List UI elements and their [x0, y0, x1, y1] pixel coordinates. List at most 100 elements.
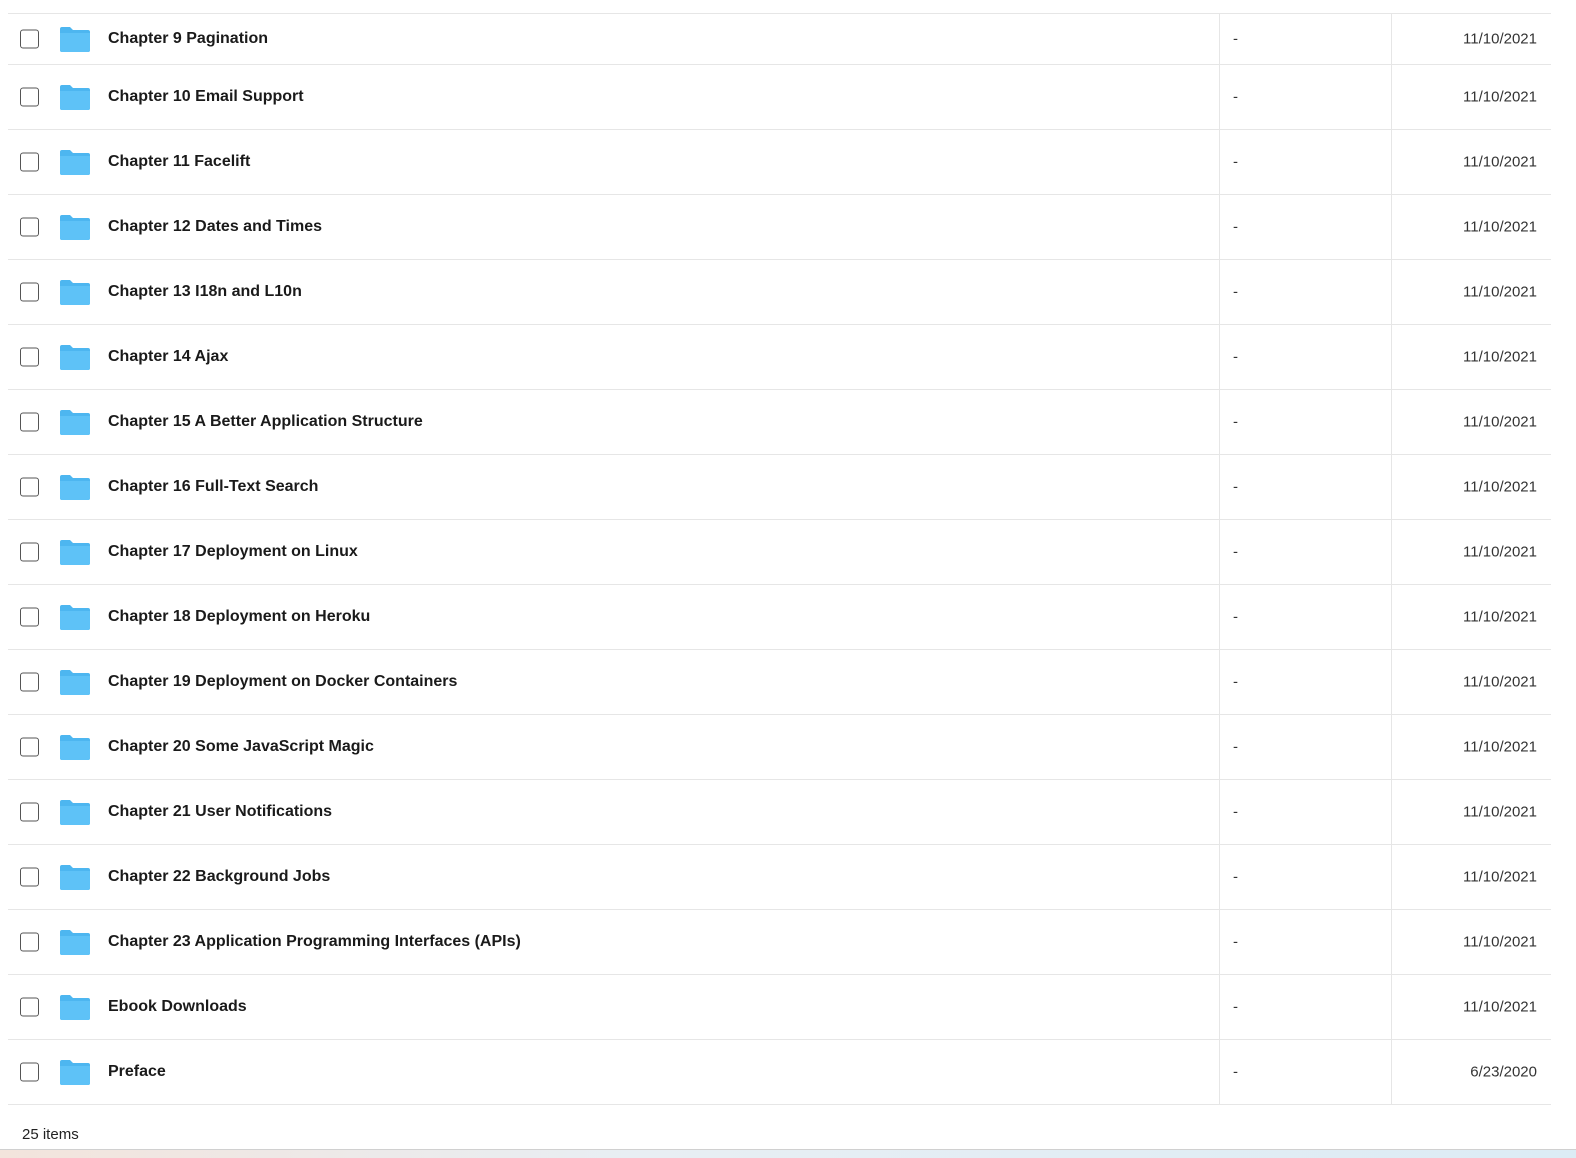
- modified-date: 11/10/2021: [1463, 868, 1537, 886]
- column-divider: [1391, 520, 1392, 584]
- row-select-checkbox[interactable]: [20, 607, 39, 627]
- folder-size: -: [1233, 348, 1238, 366]
- folder-size: -: [1233, 153, 1238, 171]
- modified-date: 11/10/2021: [1463, 413, 1537, 431]
- table-row[interactable]: Chapter 12 Dates and Times - 11/10/2021: [8, 195, 1551, 260]
- table-row[interactable]: Ebook Downloads - 11/10/2021: [8, 975, 1551, 1040]
- row-select-checkbox[interactable]: [20, 737, 39, 757]
- folder-name-link[interactable]: Ebook Downloads: [108, 998, 247, 1016]
- folder-name-link[interactable]: Chapter 12 Dates and Times: [108, 218, 322, 236]
- table-row[interactable]: Chapter 18 Deployment on Heroku - 11/10/20…: [8, 585, 1551, 650]
- column-divider: [1219, 65, 1220, 129]
- row-select-checkbox[interactable]: [20, 1062, 39, 1082]
- folder-name-link[interactable]: Chapter 16 Full-Text Search: [108, 478, 318, 496]
- folder-icon: [58, 278, 92, 306]
- row-select-checkbox[interactable]: [20, 87, 39, 107]
- modified-date: 11/10/2021: [1463, 88, 1537, 106]
- modified-date: 11/10/2021: [1463, 543, 1537, 561]
- column-divider: [1219, 455, 1220, 519]
- folder-icon: [58, 798, 92, 826]
- table-row[interactable]: Chapter 13 I18n and L10n - 11/10/2021: [8, 260, 1551, 325]
- folder-name-link[interactable]: Chapter 10 Email Support: [108, 88, 304, 106]
- table-row[interactable]: Chapter 21 User Notifications - 11/10/2021: [8, 780, 1551, 845]
- folder-icon: [58, 473, 92, 501]
- table-row[interactable]: Chapter 22 Background Jobs - 11/10/2021: [8, 845, 1551, 910]
- table-row[interactable]: Chapter 20 Some JavaScript Magic - 11/10/2…: [8, 715, 1551, 780]
- table-row[interactable]: Chapter 15 A Better Application Structur…: [8, 390, 1551, 455]
- row-select-checkbox[interactable]: [20, 282, 39, 302]
- folder-name-link[interactable]: Chapter 18 Deployment on Heroku: [108, 608, 370, 626]
- folder-name-link[interactable]: Chapter 15 A Better Application Structur…: [108, 413, 423, 431]
- row-select-checkbox[interactable]: [20, 542, 39, 562]
- folder-icon: [58, 603, 92, 631]
- row-select-checkbox[interactable]: [20, 477, 39, 497]
- modified-date: 11/10/2021: [1463, 998, 1537, 1016]
- folder-icon: [58, 863, 92, 891]
- folder-icon: [58, 83, 92, 111]
- column-divider: [1219, 325, 1220, 389]
- modified-date: 11/10/2021: [1463, 933, 1537, 951]
- row-select-checkbox[interactable]: [20, 867, 39, 887]
- modified-date: 11/10/2021: [1463, 478, 1537, 496]
- folder-size: -: [1233, 738, 1238, 756]
- folder-name-link[interactable]: Chapter 14 Ajax: [108, 348, 228, 366]
- row-select-checkbox[interactable]: [20, 672, 39, 692]
- modified-date: 11/10/2021: [1463, 153, 1537, 171]
- table-row[interactable]: Chapter 11 Facelift - 11/10/2021: [8, 130, 1551, 195]
- table-row[interactable]: Chapter 23 Application Programming Inter…: [8, 910, 1551, 975]
- folder-name-link[interactable]: Chapter 22 Background Jobs: [108, 868, 330, 886]
- modified-date: 11/10/2021: [1463, 218, 1537, 236]
- column-divider: [1391, 390, 1392, 454]
- folder-icon: [58, 928, 92, 956]
- column-divider: [1391, 65, 1392, 129]
- column-divider: [1391, 845, 1392, 909]
- column-divider: [1391, 715, 1392, 779]
- column-divider: [1391, 195, 1392, 259]
- column-divider: [1391, 780, 1392, 844]
- folder-name-link[interactable]: Chapter 19 Deployment on Docker Containe…: [108, 673, 457, 691]
- folder-name-link[interactable]: Chapter 9 Pagination: [108, 30, 268, 48]
- column-divider: [1391, 260, 1392, 324]
- column-divider: [1219, 195, 1220, 259]
- column-divider: [1219, 585, 1220, 649]
- column-divider: [1219, 520, 1220, 584]
- table-row[interactable]: Chapter 17 Deployment on Linux - 11/10/202…: [8, 520, 1551, 585]
- row-select-checkbox[interactable]: [20, 802, 39, 822]
- column-divider: [1219, 650, 1220, 714]
- table-row[interactable]: Chapter 19 Deployment on Docker Containe…: [8, 650, 1551, 715]
- folder-size: -: [1233, 413, 1238, 431]
- folder-name-link[interactable]: Chapter 13 I18n and L10n: [108, 283, 302, 301]
- column-divider: [1219, 715, 1220, 779]
- row-select-checkbox[interactable]: [20, 412, 39, 432]
- row-select-checkbox[interactable]: [20, 152, 39, 172]
- column-divider: [1391, 14, 1392, 64]
- row-select-checkbox[interactable]: [20, 29, 39, 49]
- folder-size: -: [1233, 998, 1238, 1016]
- column-divider: [1391, 325, 1392, 389]
- file-list: Chapter 9 Pagination -11/10/2021 Chapter 1…: [8, 0, 1551, 1105]
- folder-size: -: [1233, 868, 1238, 886]
- folder-name-link[interactable]: Chapter 23 Application Programming Inter…: [108, 933, 521, 951]
- row-select-checkbox[interactable]: [20, 932, 39, 952]
- column-divider: [1219, 14, 1220, 64]
- table-row[interactable]: Chapter 9 Pagination - 11/10/2021: [8, 13, 1551, 65]
- folder-size: -: [1233, 478, 1238, 496]
- modified-date: 11/10/2021: [1463, 30, 1537, 48]
- folder-name-link[interactable]: Chapter 17 Deployment on Linux: [108, 543, 358, 561]
- folder-name-link[interactable]: Chapter 11 Facelift: [108, 153, 250, 171]
- modified-date: 11/10/2021: [1463, 283, 1537, 301]
- table-row[interactable]: Preface - 6/23/2020: [8, 1040, 1551, 1105]
- modified-date: 11/10/2021: [1463, 348, 1537, 366]
- row-select-checkbox[interactable]: [20, 347, 39, 367]
- row-select-checkbox[interactable]: [20, 217, 39, 237]
- column-divider: [1219, 390, 1220, 454]
- table-row[interactable]: Chapter 10 Email Support - 11/10/2021: [8, 65, 1551, 130]
- table-row[interactable]: Chapter 16 Full-Text Search - 11/10/2021: [8, 455, 1551, 520]
- column-divider: [1391, 455, 1392, 519]
- column-divider: [1391, 650, 1392, 714]
- folder-name-link[interactable]: Chapter 20 Some JavaScript Magic: [108, 738, 374, 756]
- row-select-checkbox[interactable]: [20, 997, 39, 1017]
- folder-name-link[interactable]: Preface: [108, 1063, 166, 1081]
- table-row[interactable]: Chapter 14 Ajax - 11/10/2021: [8, 325, 1551, 390]
- folder-name-link[interactable]: Chapter 21 User Notifications: [108, 803, 332, 821]
